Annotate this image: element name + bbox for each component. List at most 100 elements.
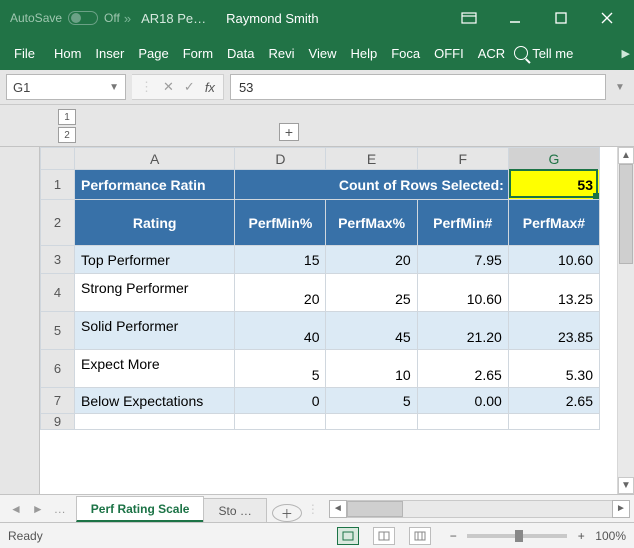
cell[interactable]: 7.95 — [417, 246, 508, 274]
close-button[interactable] — [584, 0, 630, 36]
cell[interactable]: Top Performer — [75, 246, 235, 274]
autosave-toggle[interactable]: AutoSave Off — [10, 11, 120, 25]
tab-home[interactable]: Hom — [47, 36, 88, 70]
row-header[interactable]: 7 — [41, 388, 75, 414]
col-perfminnum[interactable]: PerfMin# — [417, 200, 508, 246]
scroll-right-icon[interactable]: ► — [612, 500, 630, 518]
minimize-button[interactable] — [492, 0, 538, 36]
tab-office[interactable]: OFFI — [427, 36, 471, 70]
sheet-tab-active[interactable]: Perf Rating Scale — [76, 496, 205, 522]
scroll-track[interactable] — [347, 500, 612, 518]
view-page-layout-button[interactable] — [373, 527, 395, 545]
cell[interactable]: 2.65 — [417, 350, 508, 388]
row-header[interactable]: 5 — [41, 312, 75, 350]
cell[interactable]: 45 — [326, 312, 417, 350]
outline-level-2[interactable]: 2 — [58, 127, 76, 143]
sheet-tab[interactable]: Sto … — [203, 498, 266, 522]
title-cell[interactable]: Performance Ratin — [75, 170, 235, 200]
row-header-2[interactable]: 2 — [41, 200, 75, 246]
name-box[interactable]: G1 ▼ — [6, 74, 126, 100]
row-header[interactable]: 3 — [41, 246, 75, 274]
scroll-track[interactable] — [618, 164, 634, 477]
col-perfmaxpct[interactable]: PerfMax% — [326, 200, 417, 246]
scroll-left-icon[interactable]: ◄ — [329, 500, 347, 518]
cell[interactable]: 2.65 — [508, 388, 599, 414]
add-sheet-button[interactable]: ＋ — [272, 504, 302, 522]
cell[interactable]: 25 — [326, 274, 417, 312]
cell[interactable] — [508, 414, 599, 430]
cells-grid[interactable]: A D E F G 1 Performance Ratin Count of R… — [40, 147, 634, 494]
vertical-scrollbar[interactable]: ▲ ▼ — [617, 147, 634, 494]
tab-formulas[interactable]: Form — [176, 36, 220, 70]
maximize-button[interactable] — [538, 0, 584, 36]
cell[interactable]: Expect More — [75, 350, 235, 388]
tab-help[interactable]: Help — [343, 36, 384, 70]
zoom-slider[interactable] — [467, 534, 567, 538]
col-perfmaxnum[interactable]: PerfMax# — [508, 200, 599, 246]
cell[interactable]: Solid Performer — [75, 312, 235, 350]
scroll-up-icon[interactable]: ▲ — [618, 147, 634, 164]
zoom-out-button[interactable]: − — [445, 529, 461, 543]
tab-acrobat[interactable]: ACR — [471, 36, 512, 70]
cell[interactable]: 10.60 — [508, 246, 599, 274]
cell[interactable]: 10 — [326, 350, 417, 388]
cell[interactable]: 23.85 — [508, 312, 599, 350]
tab-view[interactable]: View — [302, 36, 344, 70]
cell[interactable]: 5 — [326, 388, 417, 414]
tab-file[interactable]: File — [2, 36, 47, 70]
tab-data[interactable]: Data — [220, 36, 261, 70]
cell[interactable] — [326, 414, 417, 430]
ribbon-options-icon[interactable] — [446, 0, 492, 36]
count-value-cell[interactable]: 53 — [508, 170, 599, 200]
scroll-thumb[interactable] — [619, 164, 633, 264]
row-header[interactable]: 9 — [41, 414, 75, 430]
count-label[interactable]: Count of Rows Selected: — [235, 170, 508, 200]
cell[interactable] — [75, 414, 235, 430]
select-all-corner[interactable] — [41, 148, 75, 170]
col-header-g[interactable]: G — [508, 148, 599, 170]
cell[interactable] — [235, 414, 326, 430]
column-group-expand[interactable]: + — [279, 123, 299, 141]
col-header-f[interactable]: F — [417, 148, 508, 170]
view-page-break-button[interactable] — [409, 527, 431, 545]
tab-nav-prev-icon[interactable]: ◄ — [10, 502, 22, 516]
enter-icon[interactable]: ✓ — [184, 79, 195, 95]
scroll-down-icon[interactable]: ▼ — [618, 477, 634, 494]
tab-nav-ellipsis[interactable]: … — [54, 502, 66, 516]
cell[interactable]: 20 — [235, 274, 326, 312]
cell[interactable]: 15 — [235, 246, 326, 274]
cell[interactable]: 0 — [235, 388, 326, 414]
tab-foca[interactable]: Foca — [384, 36, 427, 70]
row-header[interactable]: 6 — [41, 350, 75, 388]
qat-overflow-icon[interactable]: » — [124, 11, 131, 26]
col-perfminpct[interactable]: PerfMin% — [235, 200, 326, 246]
formula-expand-icon[interactable]: ▼ — [612, 82, 628, 93]
view-normal-button[interactable] — [337, 527, 359, 545]
cell[interactable]: 40 — [235, 312, 326, 350]
tell-me-search[interactable]: Tell me — [514, 46, 573, 61]
zoom-value[interactable]: 100% — [595, 529, 626, 543]
outline-level-1[interactable]: 1 — [58, 109, 76, 125]
zoom-in-button[interactable]: + — [573, 529, 589, 543]
col-rating[interactable]: Rating — [75, 200, 235, 246]
cell[interactable]: 5 — [235, 350, 326, 388]
zoom-knob[interactable] — [515, 530, 523, 542]
row-header[interactable]: 4 — [41, 274, 75, 312]
col-header-a[interactable]: A — [75, 148, 235, 170]
scroll-thumb[interactable] — [347, 501, 403, 517]
cancel-icon[interactable]: ✕ — [163, 79, 174, 95]
user-name[interactable]: Raymond Smith — [226, 11, 318, 26]
col-header-e[interactable]: E — [326, 148, 417, 170]
cell[interactable]: Below Expectations — [75, 388, 235, 414]
tab-nav-next-icon[interactable]: ► — [32, 502, 44, 516]
cell[interactable]: 0.00 — [417, 388, 508, 414]
cell[interactable]: 13.25 — [508, 274, 599, 312]
ribbon-scroll-right-icon[interactable]: ▶ — [622, 47, 630, 60]
tab-review[interactable]: Revi — [262, 36, 302, 70]
cell[interactable]: 20 — [326, 246, 417, 274]
cell[interactable]: 10.60 — [417, 274, 508, 312]
formula-input[interactable]: 53 — [230, 74, 606, 100]
row-header-1[interactable]: 1 — [41, 170, 75, 200]
horizontal-scrollbar[interactable]: ◄ ► — [325, 500, 634, 518]
cell[interactable]: 5.30 — [508, 350, 599, 388]
